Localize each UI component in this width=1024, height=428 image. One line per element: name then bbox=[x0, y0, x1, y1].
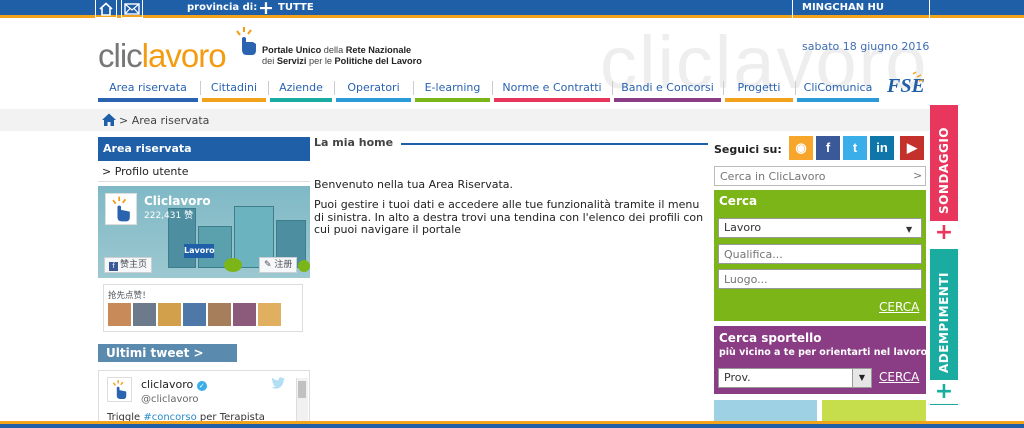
svg-text:FSE: FSE bbox=[886, 75, 925, 97]
site-search-input[interactable] bbox=[720, 169, 905, 184]
friend-avatar[interactable] bbox=[233, 303, 256, 326]
profilo-utente-link[interactable]: > Profilo utente bbox=[102, 165, 188, 178]
twitter-icon[interactable]: t bbox=[843, 136, 867, 160]
luogo-input[interactable] bbox=[718, 269, 922, 289]
verified-badge-icon: ✓ bbox=[196, 381, 207, 391]
nav-item-bandi-e-concorsi[interactable]: Bandi e Concorsi bbox=[614, 78, 721, 102]
friend-avatar[interactable] bbox=[108, 303, 131, 326]
cerca-button[interactable]: CERCA bbox=[879, 300, 919, 314]
facebook-page-avatar[interactable] bbox=[105, 193, 137, 225]
sportello-title: Cerca sportello bbox=[719, 331, 822, 345]
twitter-bird-icon[interactable] bbox=[271, 377, 285, 389]
site-search: > bbox=[714, 166, 926, 186]
logo-hand-icon bbox=[236, 27, 256, 55]
facebook-like-page-button[interactable]: f 赞主页 bbox=[104, 257, 153, 273]
provincia-label: provincia di: bbox=[187, 2, 258, 13]
friend-avatar[interactable] bbox=[158, 303, 181, 326]
chevron-down-icon[interactable]: ▼ bbox=[906, 225, 912, 234]
area-riservata-title: Area riservata bbox=[98, 137, 310, 161]
provincia-selector[interactable]: TUTTE bbox=[278, 0, 314, 18]
welcome-text: Benvenuto nella tua Area Riservata. bbox=[314, 178, 513, 191]
site-logo[interactable]: cliclavoro bbox=[98, 37, 227, 74]
adempimenti-label[interactable]: ADEMPIMENTI bbox=[937, 272, 951, 373]
breadcrumb-home-icon[interactable] bbox=[102, 113, 116, 126]
breadcrumb-current: > Area riservata bbox=[119, 114, 210, 127]
facebook-icon[interactable]: f bbox=[816, 136, 840, 160]
logo-clic: clic bbox=[98, 37, 143, 74]
chevron-down-icon[interactable]: ▼ bbox=[852, 369, 871, 387]
nav-item-operatori[interactable]: Operatori bbox=[336, 78, 411, 102]
nav-item-progetti[interactable]: Progetti bbox=[725, 78, 793, 102]
facebook-friends-label: 抢先点赞！ bbox=[108, 291, 151, 301]
home-icon[interactable] bbox=[95, 0, 117, 18]
twitter-account-avatar[interactable] bbox=[107, 377, 132, 402]
friend-avatar[interactable] bbox=[208, 303, 231, 326]
facebook-page-name[interactable]: Cliclavoro bbox=[144, 194, 211, 208]
tagline: Portale Unico della Rete Nazionale dei S… bbox=[262, 45, 422, 66]
nav-item-clicomunica[interactable]: CliComunica bbox=[797, 78, 879, 102]
bottom-bar bbox=[0, 421, 1024, 428]
youtube-icon[interactable]: ▶ bbox=[900, 136, 924, 160]
twitter-scrollbar-thumb[interactable] bbox=[298, 381, 306, 398]
instructions-text: Puoi gestire i tuoi dati e accedere alle… bbox=[314, 198, 704, 236]
nav-item-aziende[interactable]: Aziende bbox=[270, 78, 332, 102]
cerca-title: Cerca bbox=[719, 194, 758, 208]
main-nav: Area riservata Cittadini Aziende Operato… bbox=[98, 78, 930, 102]
user-menu[interactable]: MINGCHAN HU (Guest) bbox=[792, 0, 930, 29]
friend-avatar[interactable] bbox=[133, 303, 156, 326]
rss-icon[interactable]: ◉ bbox=[789, 136, 813, 160]
twitter-account-handle[interactable]: @cliclavoro bbox=[141, 394, 199, 405]
provincia-select[interactable]: Prov. bbox=[718, 368, 872, 388]
qualifica-input[interactable] bbox=[718, 244, 922, 264]
nav-item-norme-e-contratti[interactable]: Norme e Contratti bbox=[494, 78, 610, 102]
provincia-plus-icon[interactable]: + bbox=[258, 0, 274, 18]
current-date: sabato 18 giugno 2016 bbox=[802, 40, 930, 53]
nav-item-area-riservata[interactable]: Area riservata bbox=[98, 78, 198, 102]
cerca-type-select[interactable]: Lavoro bbox=[718, 218, 922, 238]
adempimenti-plus-icon[interactable]: + bbox=[930, 380, 958, 404]
sondaggio-plus-icon[interactable]: + bbox=[930, 221, 958, 245]
nav-item-cittadini[interactable]: Cittadini bbox=[202, 78, 266, 102]
divider bbox=[98, 181, 310, 182]
title-rule bbox=[401, 143, 708, 145]
fse-logo: FSE bbox=[886, 71, 925, 97]
facebook-like-count: 222,431 赞 bbox=[144, 211, 194, 221]
twitter-account-name[interactable]: cliclavoro ✓ bbox=[141, 378, 207, 391]
ultimi-tweet-title[interactable]: Ultimi tweet > bbox=[98, 344, 237, 362]
friend-avatar[interactable] bbox=[183, 303, 206, 326]
site-search-go-button[interactable]: > bbox=[913, 169, 922, 182]
sportello-cerca-button[interactable]: CERCA bbox=[879, 370, 919, 384]
nav-item-e-learning[interactable]: E-learning bbox=[415, 78, 490, 102]
friend-avatar[interactable] bbox=[258, 303, 281, 326]
linkedin-icon[interactable]: in bbox=[870, 136, 894, 160]
mail-icon[interactable] bbox=[121, 0, 143, 18]
seguici-label: Seguici su: bbox=[714, 143, 782, 156]
page-title: La mia home bbox=[314, 136, 394, 149]
logo-lavoro: lavoro bbox=[141, 37, 227, 74]
pencil-icon: ✎ bbox=[264, 260, 275, 270]
sondaggio-label[interactable]: SONDAGGIO bbox=[937, 127, 951, 214]
facebook-signup-button[interactable]: ✎ 注册 bbox=[259, 257, 298, 273]
sportello-subtitle: più vicino a te per orientarti nel lavor… bbox=[719, 347, 928, 358]
